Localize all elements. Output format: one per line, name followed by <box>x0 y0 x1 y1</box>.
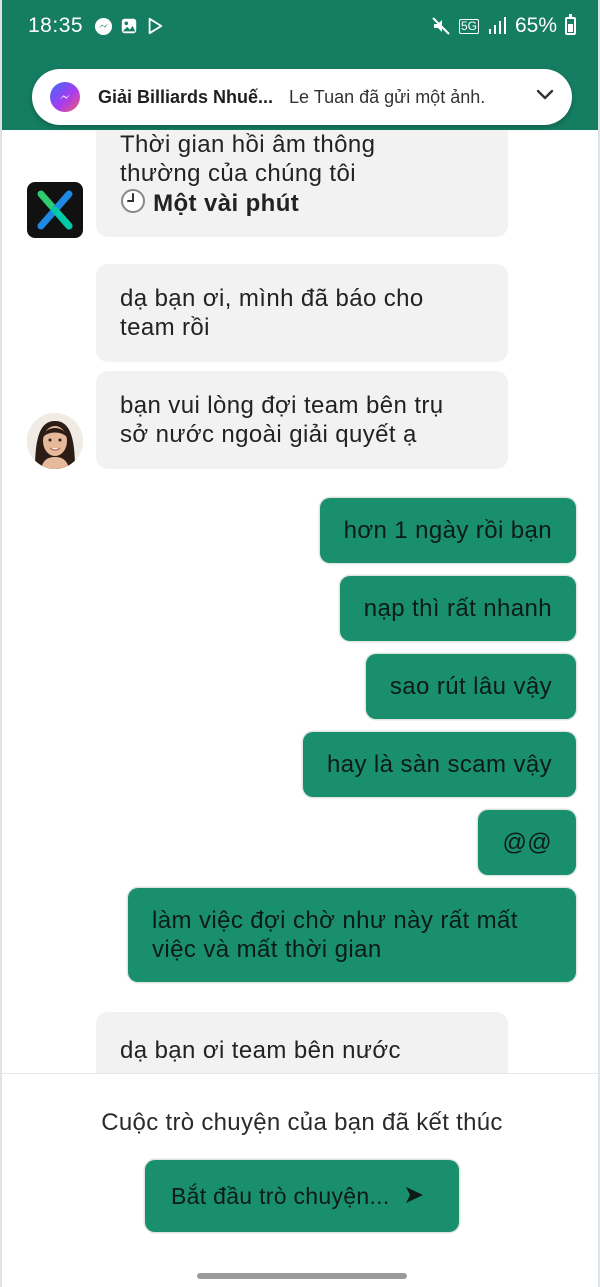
signal-icon <box>487 16 507 36</box>
start-conversation-button[interactable]: Bắt đầu trò chuyện... <box>145 1160 459 1232</box>
message-line: bạn vui lòng đợi team bên trụ <box>120 392 444 419</box>
message-line: dạ bạn ơi team bên nước <box>120 1037 401 1064</box>
outgoing-message: hơn 1 ngày rồi bạn <box>319 498 576 563</box>
app-header: 18:35 5G 65% Giải Billiards Nhuế... Le T… <box>2 0 598 130</box>
notification-title: Giải Billiards Nhuế... <box>98 86 274 107</box>
start-conversation-label: Bắt đầu trò chuyện... <box>171 1182 390 1209</box>
incoming-message: bạn vui lòng đợi team bên trụ sở nước ng… <box>96 371 508 469</box>
outgoing-message: nạp thì rất nhanh <box>339 576 576 641</box>
send-arrow-icon <box>404 1183 424 1210</box>
battery-icon <box>565 14 576 35</box>
message-line: làm việc đợi chờ như này rất mất <box>152 907 518 934</box>
messenger-icon <box>50 82 80 112</box>
message-line: team rồi <box>120 314 210 341</box>
status-bar: 18:35 5G 65% <box>2 0 598 52</box>
battery-percent: 65% <box>514 14 557 37</box>
status-time: 18:35 <box>28 14 84 37</box>
conversation-footer: Cuộc trò chuyện của bạn đã kết thúc Bắt … <box>2 1073 598 1287</box>
network-type: 5G <box>458 18 479 34</box>
incoming-message: dạ bạn ơi, mình đã báo cho team rồi <box>96 264 508 362</box>
messenger-status-icon <box>93 16 113 36</box>
agent-avatar <box>27 413 83 469</box>
play-store-status-icon <box>145 16 165 36</box>
reply-time-value: Một vài phút <box>153 190 300 217</box>
outgoing-message: @@ <box>478 810 576 875</box>
bot-logo-avatar <box>27 182 83 238</box>
chevron-down-icon[interactable] <box>536 88 554 106</box>
incoming-message: dạ bạn ơi team bên nước <box>96 1012 508 1075</box>
message-line: sở nước ngoài giải quyết ạ <box>120 421 417 448</box>
conversation-ended-text: Cuộc trò chuyện của bạn đã kết thúc <box>101 1109 503 1136</box>
reply-time-card: Thời gian hồi âm thông thường của chúng … <box>96 130 508 237</box>
mute-icon <box>431 16 451 36</box>
reply-time-line2: thường của chúng tôi <box>120 160 356 187</box>
clock-icon <box>120 188 146 221</box>
outgoing-message: làm việc đợi chờ như này rất mất việc và… <box>128 888 576 982</box>
home-indicator[interactable] <box>197 1273 407 1279</box>
phone-screen: 18:35 5G 65% Giải Billiards Nhuế... Le T… <box>0 0 600 1287</box>
message-line: dạ bạn ơi, mình đã báo cho <box>120 285 424 312</box>
gallery-status-icon <box>119 16 139 36</box>
messenger-notification[interactable]: Giải Billiards Nhuế... Le Tuan đã gửi mộ… <box>32 69 572 125</box>
outgoing-message: hay là sàn scam vậy <box>302 732 576 797</box>
notification-message: Le Tuan đã gửi một ảnh. <box>289 86 486 107</box>
reply-time-line1: Thời gian hồi âm thông <box>120 131 376 158</box>
outgoing-message: sao rút lâu vậy <box>365 654 576 719</box>
chat-area[interactable]: Thời gian hồi âm thông thường của chúng … <box>2 130 598 1075</box>
message-line: việc và mất thời gian <box>152 936 382 963</box>
